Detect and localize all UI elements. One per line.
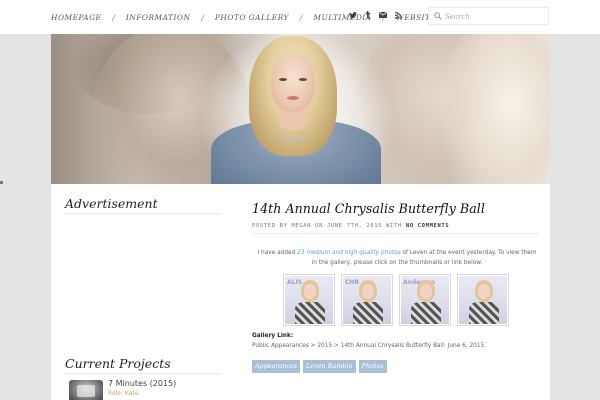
twitter-icon[interactable] <box>349 11 357 19</box>
banner-lips <box>287 96 299 100</box>
thumbnail-dress <box>469 302 499 324</box>
project-role: Role: Kate <box>108 390 139 397</box>
thumbnail-dress <box>353 302 383 324</box>
advertisement-title: Advertisement <box>65 196 158 211</box>
gallery-thumbnail[interactable]: ALIS <box>283 274 335 326</box>
post-tags: Appearances Leven Rambin Photos <box>252 360 387 373</box>
search-input[interactable] <box>445 11 545 22</box>
thumbnail-photo: Anderson <box>401 276 449 324</box>
main-content: 14th Annual Chrysalis Butterfly Ball Pos… <box>235 184 550 400</box>
edge-marker <box>0 181 3 184</box>
sidebar: Advertisement Current Projects 7 Minutes… <box>51 184 235 400</box>
project-poster-thumbnail[interactable] <box>69 380 103 400</box>
thumbnail-face <box>304 284 316 299</box>
banner-eye-left <box>279 78 287 81</box>
search-icon <box>434 12 442 20</box>
tag-photos[interactable]: Photos <box>358 360 387 373</box>
post-title[interactable]: 14th Annual Chrysalis Butterfly Ball <box>252 201 485 216</box>
widget-divider <box>65 373 221 374</box>
social-links <box>349 11 402 19</box>
post-body-text-start: I have added <box>257 250 296 256</box>
gallery-thumbnail[interactable] <box>457 274 509 326</box>
nav-separator: / <box>299 12 303 22</box>
thumbnail-photo <box>459 276 507 324</box>
post-meta-byline: Posted by Megan on June 7th, 2015 with <box>252 223 402 229</box>
thumbnail-face <box>362 284 374 299</box>
banner-background-hair-right <box>441 34 550 184</box>
current-projects-title: Current Projects <box>65 356 171 371</box>
gallery-breadcrumb-link[interactable]: Public Appearances > 2015 > 14th Annual … <box>252 343 484 349</box>
thumbnail-dress <box>295 302 325 324</box>
tumblr-icon[interactable] <box>364 11 372 19</box>
banner-face <box>271 54 315 112</box>
photos-link[interactable]: 23 medium and high quality photos <box>297 250 401 256</box>
tag-appearances[interactable]: Appearances <box>252 360 301 373</box>
gallery-thumbnail[interactable]: CHR <box>341 274 393 326</box>
search-box <box>428 7 549 25</box>
thumbnail-face <box>478 284 490 299</box>
gallery-thumbnail[interactable]: Anderson <box>399 274 451 326</box>
nav-separator: / <box>201 12 204 22</box>
gallery-link-label: Gallery Link: <box>252 333 294 339</box>
post-body: I have added 23 medium and high quality … <box>255 248 539 268</box>
post-divider <box>252 233 539 234</box>
widget-divider <box>65 213 221 214</box>
thumbnail-dress <box>411 302 441 324</box>
photo-gallery-thumbnails: ALIS CHR Anderson <box>283 274 509 326</box>
top-navigation-bar: Homepage / Information / Photo Gallery /… <box>0 0 600 34</box>
header-banner <box>51 34 550 184</box>
thumbnail-photo: CHR <box>343 276 391 324</box>
post-meta: Posted by Megan on June 7th, 2015 with N… <box>252 223 449 229</box>
tag-leven-rambin[interactable]: Leven Rambin <box>303 360 356 373</box>
rss-icon[interactable] <box>394 11 402 19</box>
mail-icon[interactable] <box>379 11 387 19</box>
nav-item-information[interactable]: Information <box>126 13 191 22</box>
banner-eye-right <box>299 78 307 81</box>
nav-separator: / <box>112 12 115 22</box>
post-comments-link[interactable]: No Comments <box>406 223 449 229</box>
nav-item-homepage[interactable]: Homepage <box>51 13 101 22</box>
thumbnail-photo: ALIS <box>285 276 333 324</box>
thumbnail-face <box>420 284 432 299</box>
project-title[interactable]: 7 Minutes (2015) <box>108 379 176 388</box>
nav-item-photo-gallery[interactable]: Photo Gallery <box>215 13 289 22</box>
